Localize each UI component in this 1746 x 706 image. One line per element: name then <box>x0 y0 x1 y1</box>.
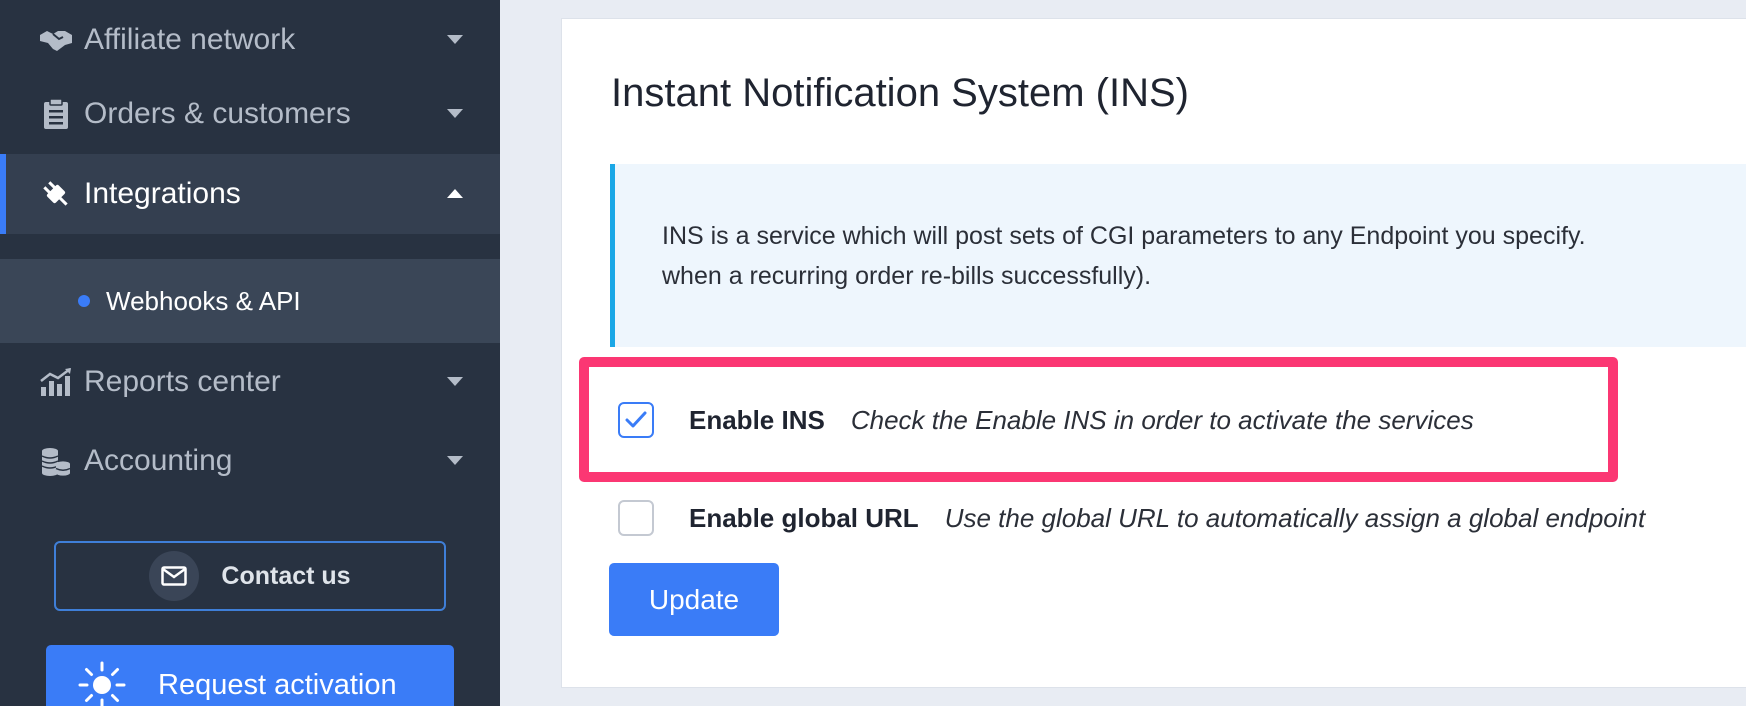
sidebar-item-accounting[interactable]: Accounting <box>0 421 500 501</box>
enable-ins-label: Enable INS <box>689 404 825 435</box>
contact-us-label: Contact us <box>221 561 351 590</box>
bullet-dot-icon <box>78 295 90 307</box>
request-activation-label: Request activation <box>158 668 397 701</box>
contact-us-button[interactable]: Contact us <box>54 541 446 611</box>
chart-icon <box>36 362 76 402</box>
enable-ins-row: Enable INS Check the Enable INS in order… <box>618 400 1474 440</box>
plug-icon <box>36 174 76 214</box>
sidebar-item-label: Orders & customers <box>84 97 351 130</box>
info-text-line-1: INS is a service which will post sets of… <box>662 222 1586 250</box>
sidebar-item-integrations[interactable]: Integrations <box>0 154 500 234</box>
enable-ins-checkbox[interactable] <box>618 402 654 438</box>
sun-icon <box>74 657 130 706</box>
sidebar-item-reports-center[interactable]: Reports center <box>0 343 500 421</box>
sidebar-item-orders-customers[interactable]: Orders & customers <box>0 72 500 156</box>
info-text-line-2: when a recurring order re-bills successf… <box>662 262 1152 290</box>
integrations-submenu: Webhooks & API <box>0 259 500 343</box>
info-callout: INS is a service which will post sets of… <box>610 164 1746 347</box>
chevron-down-icon <box>444 450 466 472</box>
sidebar: Affiliate network Orders & customers Int… <box>0 0 500 706</box>
clipboard-icon <box>36 94 76 134</box>
enable-global-url-help: Use the global URL to automatically assi… <box>944 502 1646 533</box>
envelope-icon <box>149 551 200 601</box>
handshake-icon <box>36 20 76 60</box>
enable-ins-help: Check the Enable INS in order to activat… <box>850 404 1474 435</box>
sidebar-item-label: Reports center <box>84 365 281 398</box>
chevron-down-icon <box>444 371 466 393</box>
sidebar-item-label: Accounting <box>84 444 233 477</box>
sidebar-item-label: Affiliate network <box>84 23 296 56</box>
active-indicator <box>0 154 6 234</box>
sidebar-subitem-label: Webhooks & API <box>106 285 301 316</box>
checkmark-icon <box>625 411 647 428</box>
sidebar-item-affiliate-network[interactable]: Affiliate network <box>0 0 500 82</box>
chevron-down-icon <box>444 103 466 125</box>
sidebar-subitem-webhooks-api[interactable]: Webhooks & API <box>78 275 301 327</box>
enable-global-url-label: Enable global URL <box>689 502 919 533</box>
sidebar-item-label: Integrations <box>84 177 241 210</box>
chevron-down-icon <box>444 29 466 51</box>
coins-icon <box>36 441 76 481</box>
enable-global-url-row: Enable global URL Use the global URL to … <box>618 498 1645 538</box>
chevron-up-icon <box>444 183 466 205</box>
info-text: INS is a service which will post sets of… <box>662 216 1746 296</box>
update-button[interactable]: Update <box>609 563 779 636</box>
page-title: Instant Notification System (INS) <box>611 71 1189 115</box>
enable-global-url-checkbox[interactable] <box>618 500 654 536</box>
request-activation-button[interactable]: Request activation <box>46 645 454 706</box>
